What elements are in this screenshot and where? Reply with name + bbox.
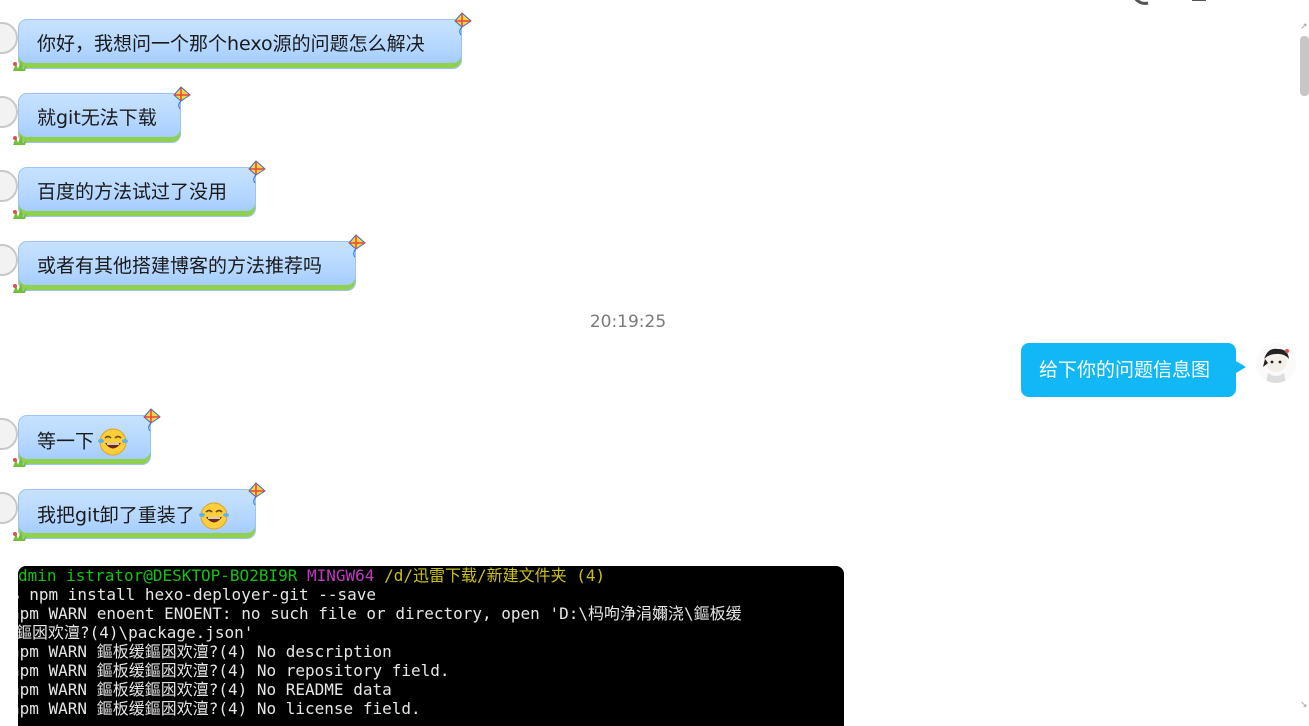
- grass-icon: [13, 457, 27, 467]
- kite-icon: [348, 234, 366, 258]
- terminal-prompt: dmin istrator@DESKTOP-BO2BI9R MINGW64 /d…: [18, 566, 605, 585]
- message-text: 或者有其他搭建博客的方法推荐吗: [37, 255, 323, 277]
- chat-area: 你好，我想问一个那个hexo源的问题怎么解决 就git无法下载 百度的方法试过了…: [0, 0, 1299, 726]
- grass-icon: [13, 61, 27, 71]
- kite-icon: [454, 12, 472, 36]
- scroll-thumb[interactable]: [1300, 36, 1309, 96]
- message-bubble-in[interactable]: 我把git卸了重装了: [13, 482, 266, 541]
- message-text: 就git无法下载: [37, 107, 157, 129]
- grass-icon: [13, 209, 27, 219]
- scroll-up-icon[interactable]: ↗: [1300, 22, 1308, 32]
- avatar[interactable]: [0, 418, 18, 450]
- laughing-emoji-icon: [198, 502, 229, 530]
- message-bubble-in[interactable]: 或者有其他搭建博客的方法推荐吗: [13, 234, 366, 293]
- message-text: 等一下: [37, 427, 130, 457]
- terminal-line: npm WARN 鏂板缓鏂囦欢澶?(4) No repository field…: [18, 661, 450, 680]
- laughing-emoji-icon: [98, 428, 129, 456]
- message-bubble-in[interactable]: 等一下: [13, 408, 161, 467]
- kite-icon: [173, 86, 191, 110]
- terminal-screenshot[interactable]: dmin istrator@DESKTOP-BO2BI9R MINGW64 /d…: [18, 566, 844, 726]
- grass-icon: [13, 283, 27, 293]
- terminal-line: npm WARN 鏂板缓鏂囦欢澶?(4) No description: [18, 642, 392, 661]
- terminal-user: dmin istrator@DESKTOP-BO2BI9R: [18, 566, 298, 585]
- message-text-content: 等一下: [37, 430, 95, 453]
- message-bubble-in[interactable]: 你好，我想问一个那个hexo源的问题怎么解决: [13, 12, 472, 71]
- grass-icon: [13, 531, 27, 541]
- scroll-down-icon[interactable]: ↘: [1300, 700, 1308, 710]
- avatar[interactable]: [0, 22, 18, 54]
- message-text: 给下你的问题信息图: [1039, 359, 1211, 381]
- avatar[interactable]: [0, 170, 18, 202]
- message-timestamp: 20:19:25: [589, 312, 667, 332]
- message-text: 我把git卸了重装了: [37, 501, 231, 531]
- avatar[interactable]: [0, 244, 18, 276]
- kite-icon: [248, 160, 266, 184]
- terminal-line: npm WARN 鏂板缓鏂囦欢澶?(4) No license field.: [18, 699, 421, 718]
- message-text: 百度的方法试过了没用: [37, 181, 228, 203]
- avatar[interactable]: [0, 96, 18, 128]
- terminal-path: /d/迅雷下载/新建文件夹 (4): [384, 566, 606, 585]
- vertical-scrollbar[interactable]: ↗ ↘: [1299, 0, 1309, 712]
- terminal-line: $ npm install hexo-deployer-git --save: [18, 585, 377, 604]
- terminal-line: 鏂囦欢澶?(4)\package.json': [18, 623, 254, 642]
- grass-icon: [13, 135, 27, 145]
- window-controls: [1130, 0, 1230, 6]
- kite-icon: [248, 482, 266, 506]
- message-text-content: 我把git卸了重装了: [37, 504, 195, 527]
- kite-icon: [143, 408, 161, 432]
- message-text: 你好，我想问一个那个hexo源的问题怎么解决: [37, 33, 425, 55]
- message-bubble-in[interactable]: 就git无法下载: [13, 86, 191, 145]
- avatar[interactable]: [1256, 343, 1296, 383]
- message-bubble-in[interactable]: 百度的方法试过了没用: [13, 160, 266, 219]
- terminal-env: MINGW64: [307, 566, 375, 585]
- avatar[interactable]: [0, 492, 18, 524]
- message-bubble-out[interactable]: 给下你的问题信息图: [1021, 343, 1246, 397]
- terminal-line: npm WARN enoent ENOENT: no such file or …: [18, 604, 742, 623]
- terminal-line: npm WARN 鏂板缓鏂囦欢澶?(4) No README data: [18, 680, 392, 699]
